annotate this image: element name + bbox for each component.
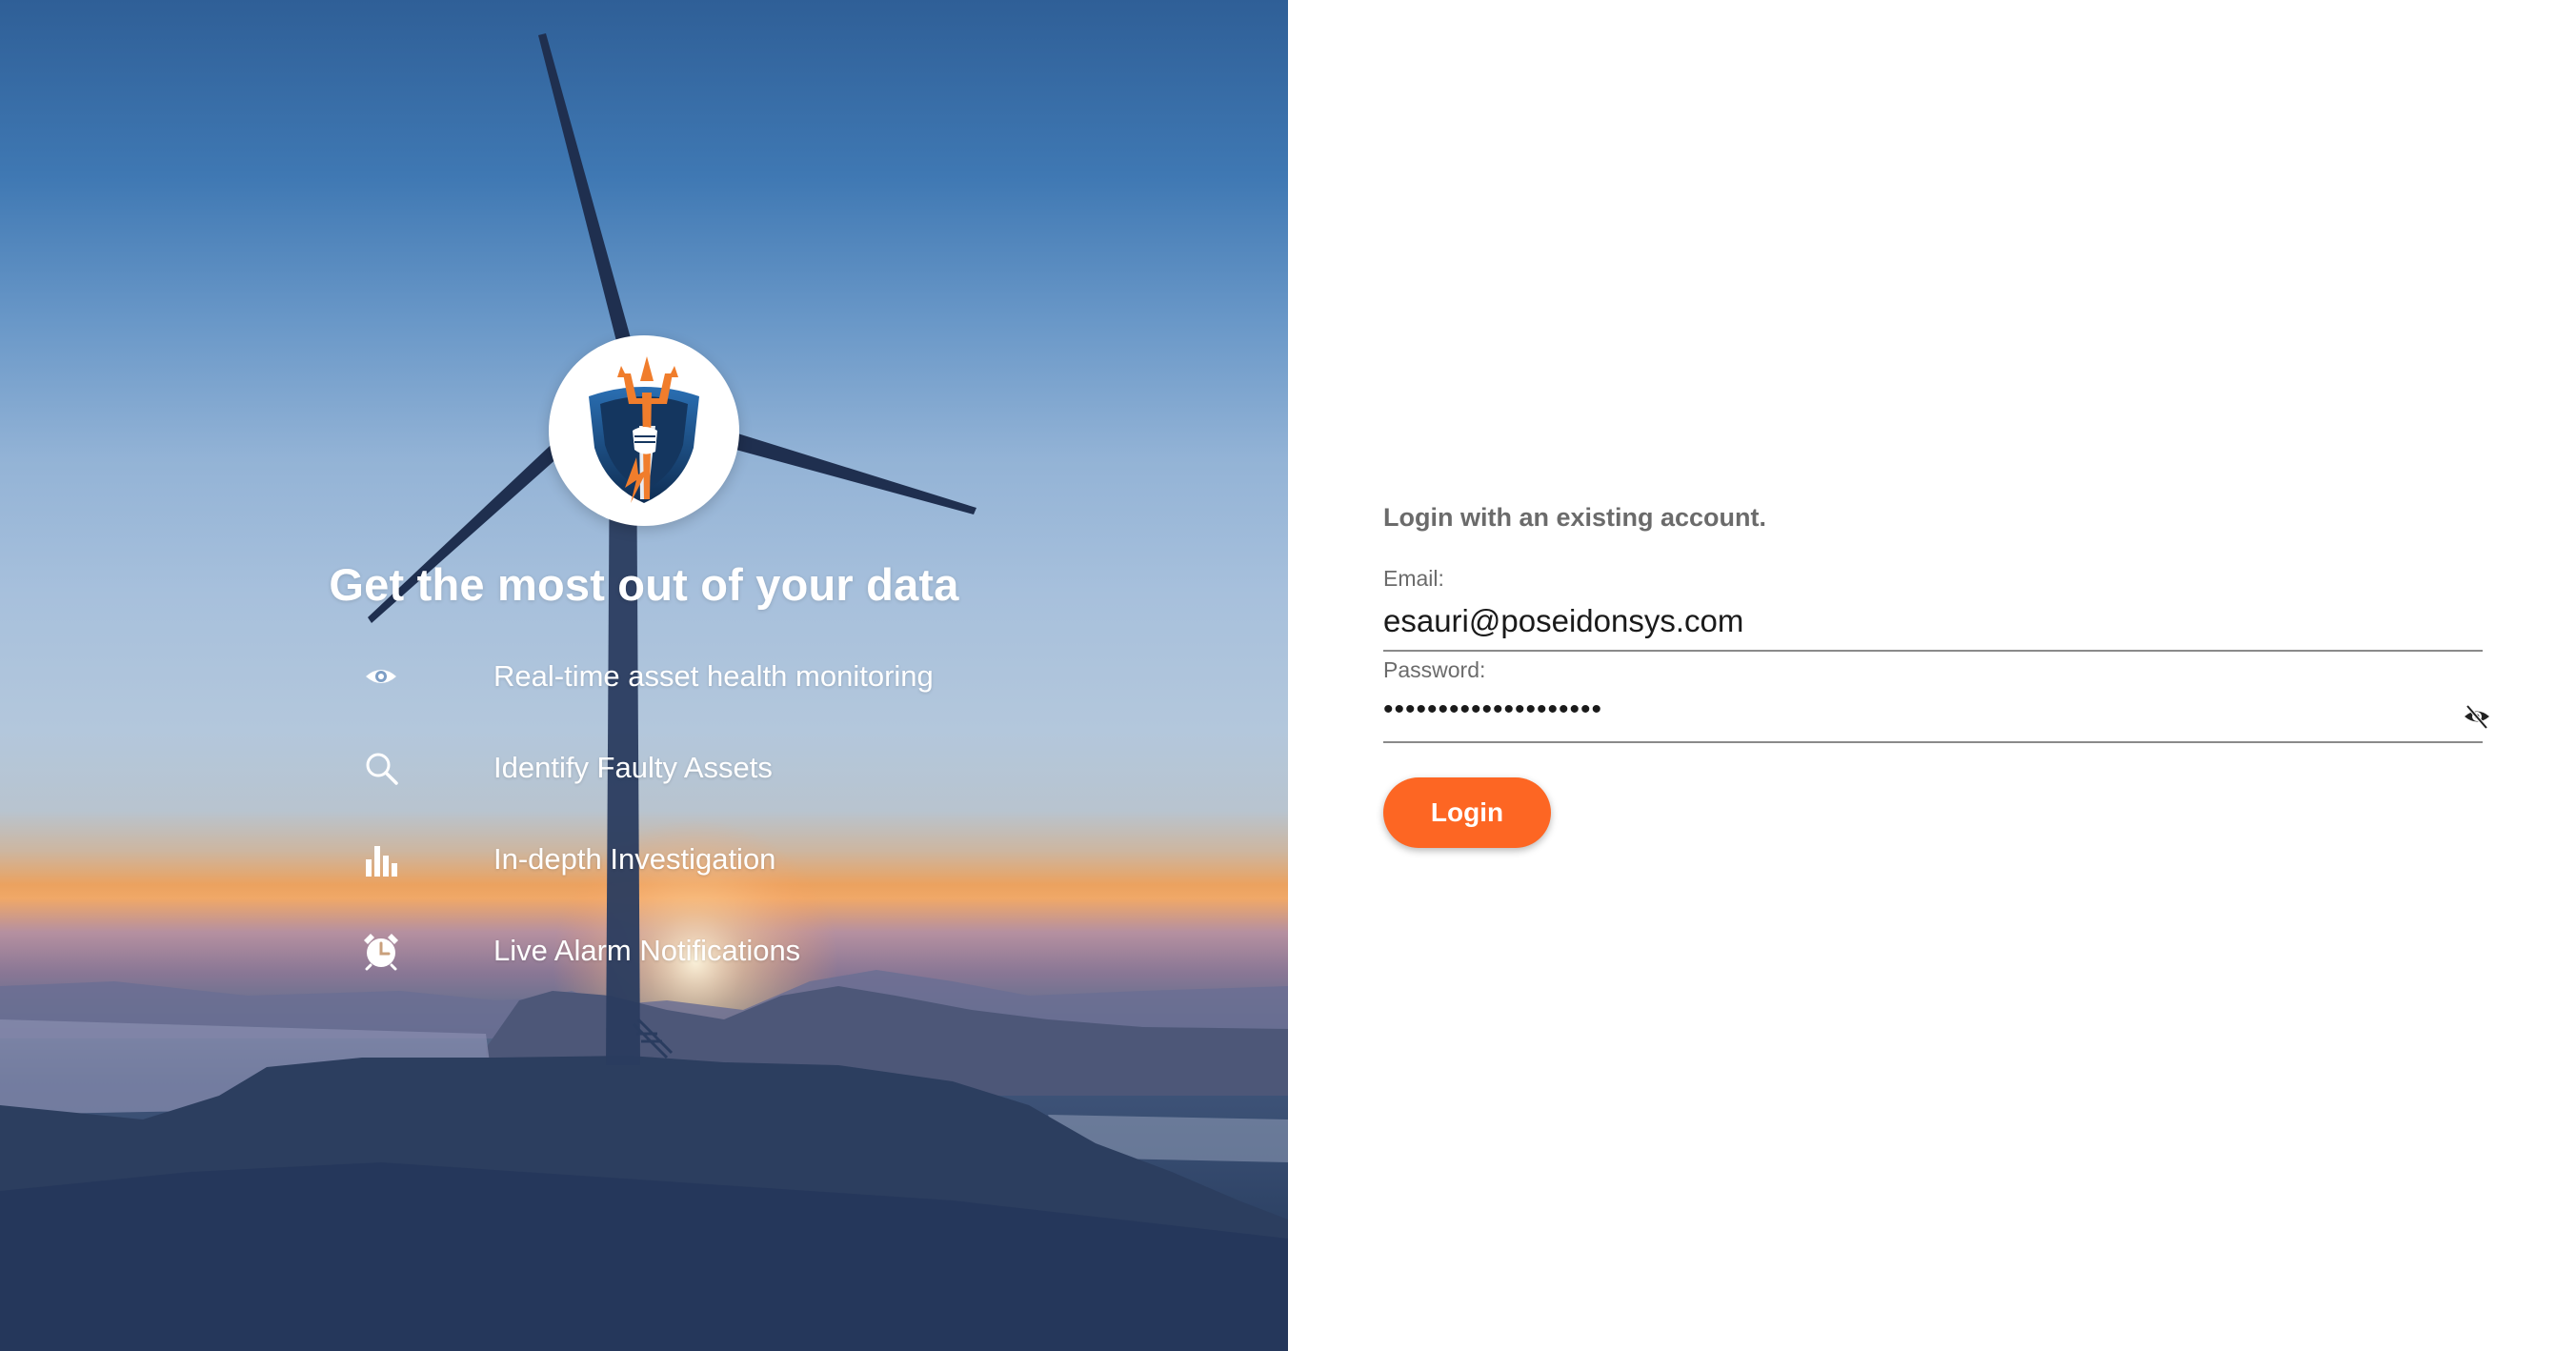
login-heading: Login with an existing account.	[1383, 503, 1767, 532]
login-panel: Login with an existing account. Email: P…	[1288, 0, 2576, 1351]
eye-icon	[354, 650, 408, 703]
email-label: Email:	[1383, 566, 1444, 591]
feature-item: Identify Faulty Assets	[354, 739, 773, 796]
bar-chart-icon	[354, 833, 408, 886]
hero-title: Get the most out of your data	[329, 559, 959, 610]
trident-shield-logo	[589, 356, 699, 503]
feature-item: Real-time asset health monitoring	[354, 648, 934, 705]
alarm-clock-icon	[354, 924, 408, 978]
feature-item: Live Alarm Notifications	[354, 922, 800, 979]
feature-label: In-depth Investigation	[493, 842, 776, 876]
feature-label: Identify Faulty Assets	[493, 751, 773, 784]
password-field[interactable]: ••••••••••••••••••••	[1383, 694, 2483, 732]
password-label: Password:	[1383, 657, 1486, 682]
password-underline	[1383, 741, 2483, 743]
feature-label: Live Alarm Notifications	[493, 934, 801, 967]
email-underline	[1383, 650, 2483, 652]
hero-panel: Get the most out of your data Real-time …	[0, 0, 1288, 1351]
feature-item: In-depth Investigation	[354, 831, 775, 888]
search-icon	[354, 741, 408, 795]
company-logo	[549, 335, 739, 526]
eye-slash-icon[interactable]	[2458, 697, 2496, 736]
feature-label: Real-time asset health monitoring	[493, 659, 934, 693]
email-field[interactable]	[1383, 600, 2483, 642]
login-button[interactable]: Login	[1383, 777, 1551, 848]
